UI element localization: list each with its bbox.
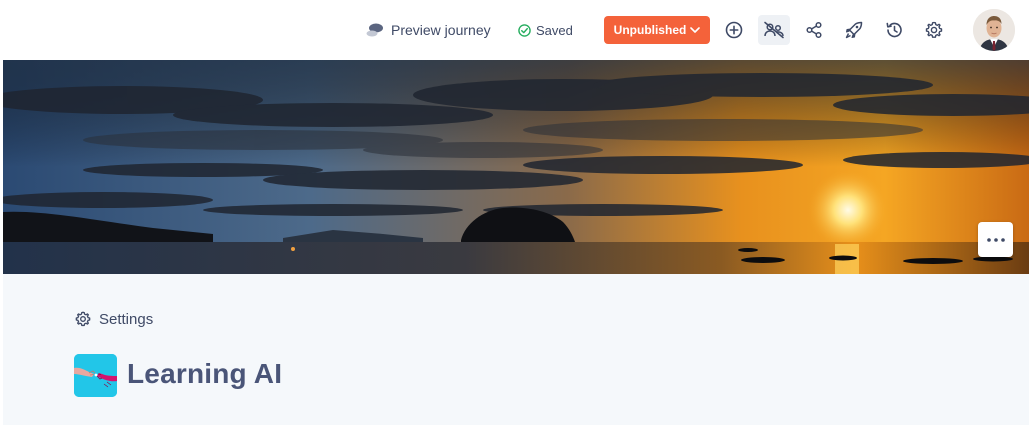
- gear-icon: [925, 21, 943, 38]
- launch-button[interactable]: [838, 15, 870, 45]
- share-button[interactable]: [798, 15, 830, 45]
- journey-content: [3, 274, 1029, 425]
- preview-icon: [366, 23, 383, 37]
- publish-status-label: Unpublished: [613, 23, 687, 37]
- check-circle-icon: [518, 23, 531, 37]
- cover-image: [3, 60, 1029, 274]
- publish-status-dropdown[interactable]: Unpublished: [604, 16, 710, 44]
- settings-link[interactable]: Settings: [75, 309, 153, 329]
- history-icon: [886, 22, 902, 38]
- rocket-icon: [845, 21, 863, 39]
- saved-label: Saved: [536, 22, 573, 38]
- preview-journey-label: Preview journey: [391, 22, 491, 38]
- hide-participants-button[interactable]: [758, 15, 790, 45]
- hide-participants-icon: [764, 21, 784, 39]
- more-horizontal-icon: [986, 237, 1005, 242]
- journey-settings-button[interactable]: [918, 15, 950, 45]
- save-status: Saved: [518, 19, 573, 41]
- sunset-photo: [3, 60, 1029, 274]
- ai-hands-image: [74, 354, 117, 397]
- add-icon: [725, 21, 743, 39]
- gear-icon: [75, 311, 91, 327]
- settings-label: Settings: [99, 310, 154, 328]
- cover-options-button[interactable]: [978, 222, 1013, 257]
- chevron-down-icon: [690, 27, 701, 33]
- user-avatar[interactable]: [973, 9, 1015, 51]
- avatar-photo: [973, 9, 1015, 51]
- history-button[interactable]: [878, 15, 910, 45]
- journey-icon[interactable]: [74, 354, 117, 397]
- add-button[interactable]: [718, 15, 750, 45]
- top-toolbar: Preview journey Saved Unpublished: [0, 0, 1029, 60]
- preview-journey-button[interactable]: Preview journey: [366, 19, 491, 41]
- journey-title[interactable]: Learning AI: [127, 358, 282, 390]
- share-icon: [806, 21, 822, 39]
